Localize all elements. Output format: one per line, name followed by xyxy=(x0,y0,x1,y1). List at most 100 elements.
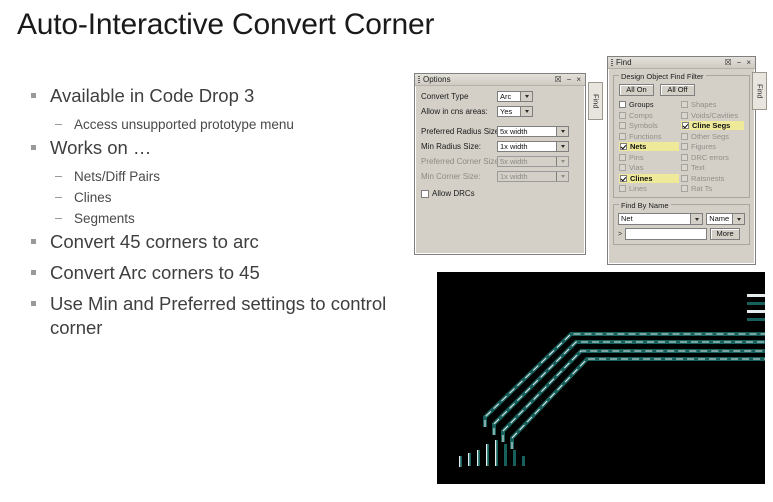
find-name-input[interactable] xyxy=(625,228,708,240)
find-filter-checkbox: Rat Ts xyxy=(681,184,744,193)
bullet-item: Use Min and Preferred settings to contro… xyxy=(22,292,402,340)
drag-grip-icon[interactable] xyxy=(418,76,420,83)
chevron-down-icon[interactable] xyxy=(690,214,703,224)
checkbox-box-icon[interactable] xyxy=(421,189,429,198)
close-icon[interactable]: × xyxy=(575,75,582,84)
checkbox-box-icon xyxy=(619,111,626,119)
find-filter-label: Nets xyxy=(630,142,647,151)
find-filter-checkbox: Comps xyxy=(619,111,679,120)
pin-icon[interactable]: ☒ xyxy=(723,58,732,67)
bullet-marker-icon xyxy=(31,270,36,275)
minimize-icon[interactable]: − xyxy=(736,58,743,67)
find-filter-label: Vias xyxy=(629,163,644,172)
bullet-text: Access unsupported prototype menu xyxy=(74,117,294,132)
find-dialog-titlebar[interactable]: Find ☒ − × xyxy=(608,57,755,69)
find-filter-label: Voids/Cavities xyxy=(691,110,739,120)
allow-drcs-checkbox[interactable]: Allow DRCs xyxy=(421,189,475,198)
find-filter-checkbox: Symbols xyxy=(619,121,679,130)
find-object-type-combo[interactable]: Net xyxy=(618,213,704,225)
dash-marker-icon xyxy=(55,218,62,219)
chevron-down-icon[interactable] xyxy=(732,214,744,224)
drag-grip-icon[interactable] xyxy=(611,59,613,66)
pcb-traces xyxy=(459,294,765,467)
sub-bullet-item: Segments xyxy=(22,209,402,229)
trace-group xyxy=(483,332,765,449)
trace-1 xyxy=(483,332,765,427)
find-filter-checkbox[interactable]: Nets xyxy=(619,142,679,151)
options-field-combo[interactable]: 5x width xyxy=(497,126,569,137)
find-filter-checkbox[interactable]: Cline Segs xyxy=(681,121,744,130)
find-by-name-caption: Find By Name xyxy=(619,201,671,210)
pin-stubs xyxy=(459,440,525,467)
bullet-text: Works on … xyxy=(50,137,152,158)
dock-tab-find-right[interactable]: Find xyxy=(752,72,767,110)
options-field-label: Allow in cns areas: xyxy=(421,107,488,116)
options-field-combo[interactable]: Arc xyxy=(497,91,533,102)
close-icon[interactable]: × xyxy=(745,58,752,67)
chevron-down-icon xyxy=(556,172,568,181)
find-filter-label: Symbols xyxy=(629,121,658,130)
bullet-text: Convert 45 corners to arc xyxy=(50,231,259,252)
find-filter-label: Text xyxy=(691,163,705,172)
options-field-combo: 1x width xyxy=(497,171,569,182)
dash-marker-icon xyxy=(55,176,62,177)
expand-arrow-icon[interactable]: > xyxy=(618,231,622,238)
find-filter-label: Pins xyxy=(629,152,644,162)
options-field-value: 5x width xyxy=(500,127,528,136)
trace-2 xyxy=(492,340,765,435)
bullet-text: Available in Code Drop 3 xyxy=(50,85,255,106)
find-filter-checkbox: Ratsnests xyxy=(681,174,744,183)
checkbox-box-icon xyxy=(619,164,626,171)
checkbox-box-icon xyxy=(619,122,626,129)
find-filter-checkbox[interactable]: Groups xyxy=(619,100,679,109)
bullet-marker-icon xyxy=(31,301,36,306)
find-dialog-title: Find xyxy=(616,58,632,67)
minimize-icon[interactable]: − xyxy=(566,75,573,84)
find-dialog[interactable]: Find ☒ − × Design Object Find Filter All… xyxy=(607,56,756,265)
options-field-row: Min Radius Size: 1x width xyxy=(421,141,579,152)
all-on-button[interactable]: All On xyxy=(619,84,654,96)
checkbox-box-icon xyxy=(619,153,626,161)
chevron-down-icon[interactable] xyxy=(520,107,532,116)
find-filter-checkbox: Vias xyxy=(619,163,679,172)
dock-tab-find-left-label: Find xyxy=(591,93,601,109)
bullet-text: Convert Arc corners to 45 xyxy=(50,262,260,283)
more-button[interactable]: More xyxy=(710,228,741,240)
find-filter-checkbox-grid: Groups Shapes Comps Voids/Cavities Symbols Cl… xyxy=(619,100,744,193)
find-filter-label: Functions xyxy=(629,131,662,141)
options-dialog[interactable]: Options ☒ − × Convert Type Arc Allow in cn… xyxy=(414,73,586,255)
options-field-row: Min Corner Size: 1x width xyxy=(421,171,579,182)
options-dialog-titlebar[interactable]: Options ☒ − × xyxy=(415,74,585,86)
find-filter-checkbox: Shapes xyxy=(681,100,744,109)
all-off-button[interactable]: All Off xyxy=(660,84,695,96)
options-field-label: Convert Type xyxy=(421,92,469,101)
chevron-down-icon[interactable] xyxy=(520,92,532,101)
options-field-value: 5x width xyxy=(500,157,528,166)
bullet-item: Convert Arc corners to 45 xyxy=(22,261,402,285)
checkbox-box-icon[interactable] xyxy=(619,101,626,108)
bullet-marker-icon xyxy=(31,145,36,150)
checkbox-box-icon xyxy=(681,174,688,182)
find-filter-label: Groups xyxy=(629,100,654,109)
options-field-combo[interactable]: 1x width xyxy=(497,141,569,152)
find-filter-checkbox: Other Segs xyxy=(681,132,744,141)
pin-icon[interactable]: ☒ xyxy=(553,75,562,84)
checkbox-box-icon[interactable] xyxy=(620,174,627,182)
sub-bullet-item: Access unsupported prototype menu xyxy=(22,115,402,135)
page-title: Auto-Interactive Convert Corner xyxy=(17,8,435,41)
checkbox-box-icon[interactable] xyxy=(682,122,689,129)
find-filter-checkbox[interactable]: Clines xyxy=(619,173,679,183)
options-dialog-title: Options xyxy=(423,75,451,84)
find-filter-label: Shapes xyxy=(691,100,717,109)
find-match-by-combo[interactable]: Name xyxy=(706,213,745,225)
bullet-item: Convert 45 corners to arc xyxy=(22,230,402,254)
options-field-combo[interactable]: Yes xyxy=(497,106,533,117)
allow-drcs-label: Allow DRCs xyxy=(432,189,475,198)
bullet-marker-icon xyxy=(31,93,36,98)
pcb-routing-canvas[interactable] xyxy=(437,272,765,484)
chevron-down-icon[interactable] xyxy=(556,127,568,136)
dock-tab-find-left[interactable]: Find xyxy=(588,82,603,120)
checkbox-box-icon xyxy=(681,164,688,171)
chevron-down-icon[interactable] xyxy=(556,142,568,151)
checkbox-box-icon[interactable] xyxy=(620,143,627,150)
